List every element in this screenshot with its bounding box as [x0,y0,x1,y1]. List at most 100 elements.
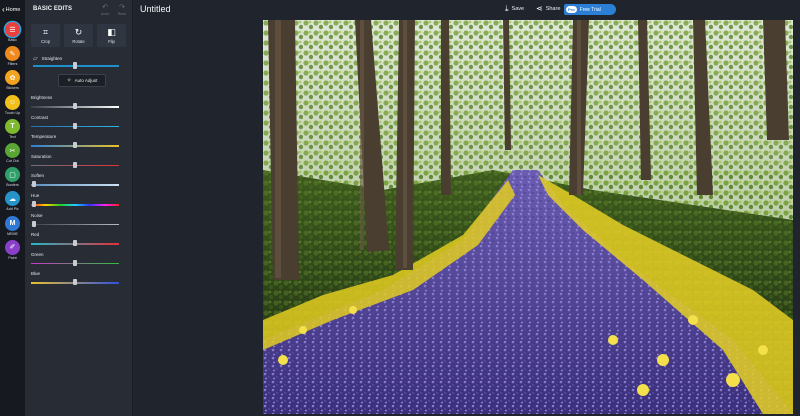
tool-basic[interactable]: ☰ Basic [0,22,25,46]
adjust-label: Brightness [31,95,53,100]
crop-icon: ⌗ [42,27,49,37]
slider-knob[interactable] [73,259,77,266]
free-trial-label: Free Trial [579,6,601,13]
tool-borders[interactable]: ▢ Borders [0,167,25,191]
adjust-slider[interactable] [31,184,119,186]
adjust-red-row: Red [31,232,121,250]
chevron-left-icon: ‹ [2,5,5,14]
home-label: Home [5,7,21,13]
tool-stickers-icon: ✿ [5,70,20,86]
tool-add-pic[interactable]: ☁ Add Pic [0,191,25,215]
download-icon: ⤓ [505,4,509,13]
photo-canvas[interactable] [263,20,793,414]
auto-adjust-button[interactable]: ✧ Auto Adjust [58,74,106,87]
redo-button[interactable]: ↷ Redo [115,4,129,16]
slider-knob[interactable] [73,103,77,109]
save-label: Save [511,6,525,12]
straighten-slider[interactable] [33,62,119,69]
tool-paint-icon: ✐ [5,239,20,255]
editor-canvas [133,20,800,416]
tool-meme-label: MEME [7,231,18,236]
rotate-icon: ↻ [74,27,83,37]
save-button[interactable]: ⤓ Save [505,4,524,14]
adjust-label: Contrast [31,114,49,120]
adjust-temperature-row: Temperature [31,134,121,152]
share-label: Share [545,6,561,12]
free-trial-button[interactable]: Pro Free Trial [564,4,616,15]
adjust-label: Noise [31,212,43,218]
tool-filters-icon: ✎ [5,46,20,62]
tool-basic-icon: ☰ [5,22,20,37]
tool-stickers[interactable]: ✿ Stickers [0,70,25,94]
slider-knob[interactable] [73,122,77,129]
straighten-control: ▱ Straighten [33,55,62,62]
tool-paint[interactable]: ✐ Paint [0,239,25,264]
tool-cut-out-label: Cut Out [6,159,19,163]
undo-button[interactable]: ↶ Undo [98,4,112,16]
tool-basic-label: Basic [8,38,17,42]
slider-knob[interactable] [73,279,77,286]
redo-icon: ↷ [119,4,125,11]
straighten-icon: ▱ [33,56,38,62]
share-button[interactable]: ⋖ Share [536,4,560,14]
adjust-label: Saturation [31,153,52,159]
tool-touch-up-icon: ☺ [5,94,20,110]
rotate-label: Rotate [72,39,85,44]
tool-add-pic-label: Add Pic [6,207,19,212]
share-icon: ⋖ [536,4,543,13]
adjust-slider[interactable] [31,223,119,226]
slider-knob[interactable] [73,240,77,247]
auto-adjust-label: Auto Adjust [74,78,98,83]
adjust-slider[interactable] [31,204,119,206]
tool-cut-out-icon: ✂ [5,143,20,158]
adjust-label: Temperature [31,134,57,140]
adjust-soften-row: Soften [31,173,121,191]
slider-knob[interactable] [31,201,36,207]
adjust-label: Soften [31,173,45,179]
adjust-hue-row: Hue [31,193,121,211]
tool-paint-label: Paint [8,255,17,260]
tool-meme[interactable]: M MEME [0,215,25,240]
straighten-slider-knob[interactable] [73,62,77,69]
tool-add-pic-icon: ☁ [5,191,20,207]
document-title[interactable]: Untitled [140,4,171,14]
tool-text[interactable]: T Text [0,118,25,143]
tool-filters[interactable]: ✎ Filters [0,46,25,70]
panel-title: BASIC EDITS [33,6,73,12]
tool-meme-icon: M [5,215,20,231]
tool-borders-label: Borders [6,183,19,188]
adjust-label: Green [31,251,44,257]
adjust-label: Hue [31,193,40,198]
tool-cut-out[interactable]: ✂ Cut Out [0,143,25,167]
adjust-contrast-row: Contrast [31,115,121,133]
adjust-brightness-row: Brightness [31,95,121,113]
flip-button[interactable]: ◧ Flip [97,24,126,47]
undo-icon: ↶ [102,4,108,11]
tool-stickers-label: Stickers [6,86,19,91]
adjust-label: Red [31,232,40,238]
pro-badge: Pro [566,6,577,13]
flip-icon: ◧ [107,27,116,37]
tool-text-icon: T [5,118,20,134]
tool-touch-up-label: Touch Up [4,110,21,115]
forest-photo [263,20,793,414]
tool-touch-up[interactable]: ☺ Touch Up [0,94,25,119]
slider-knob[interactable] [73,161,77,168]
slider-knob[interactable] [73,142,77,149]
adjust-saturation-row: Saturation [31,154,121,172]
crop-button[interactable]: ⌗ Crop [31,24,60,47]
tool-text-label: Text [9,134,16,139]
top-bar: Untitled ⤓ Save ⋖ Share Pro Free Trial [133,0,800,20]
slider-knob[interactable] [31,181,36,188]
slider-knob[interactable] [31,220,36,227]
home-button[interactable]: ‹ Home [0,3,25,17]
undo-label: Undo [100,12,110,16]
adjust-blue-row: Blue [31,271,121,289]
adjust-green-row: Green [31,252,121,270]
rotate-button[interactable]: ↻ Rotate [64,24,93,47]
tool-borders-icon: ▢ [5,167,20,183]
tool-filters-label: Filters [7,62,18,67]
magic-wand-icon: ✧ [66,78,72,84]
redo-label: Redo [117,12,127,16]
basic-edits-panel: BASIC EDITS ↶ Undo ↷ Redo ⌗ Crop ↻ Rotat… [25,0,133,416]
